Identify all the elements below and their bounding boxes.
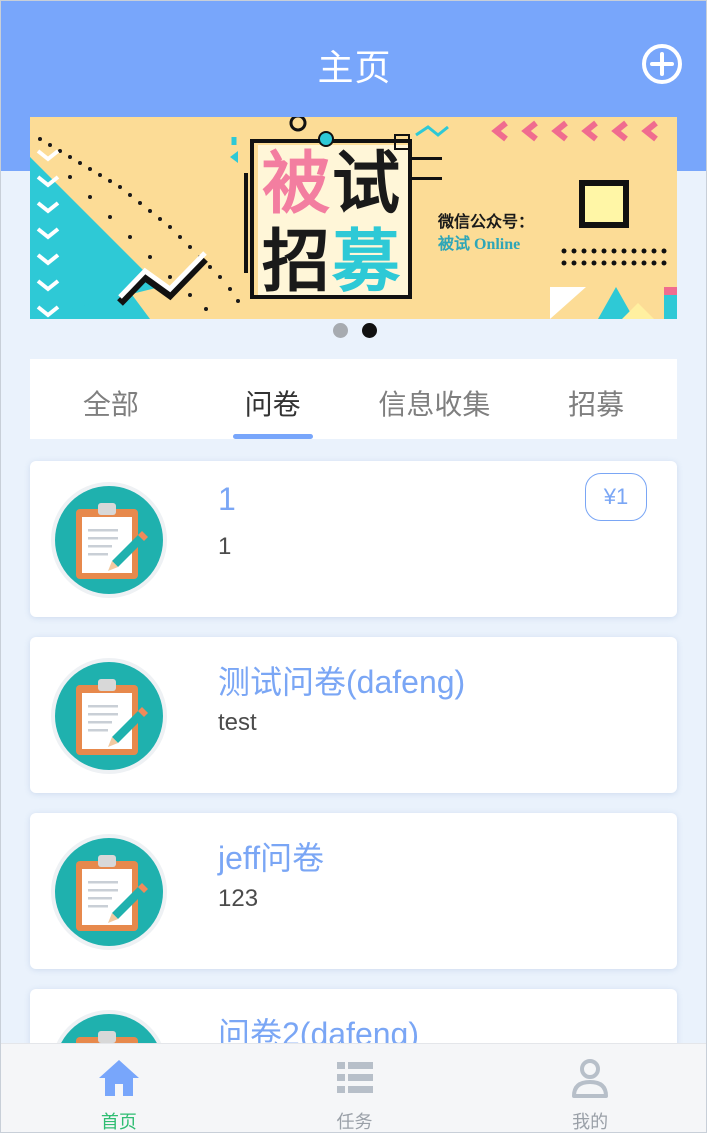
card-title: 测试问卷(dafeng) (218, 664, 466, 700)
card-description: 1 (218, 533, 232, 560)
banner-account-name: 被试 Online (438, 234, 520, 253)
home-icon (98, 1060, 139, 1096)
user-icon (572, 1059, 609, 1098)
card-title: jeff问卷 (218, 840, 325, 876)
clipboard-icon (51, 482, 167, 598)
banner-char-4: 募 (331, 224, 401, 300)
card-description: 123 (218, 885, 259, 912)
clipboard-icon (51, 658, 167, 774)
card-title: 1 (218, 481, 236, 517)
tab-all[interactable]: 全部 (30, 359, 192, 439)
nav-tasks-label: 任务 (336, 1112, 373, 1132)
add-icon[interactable] (641, 43, 683, 85)
clipboard-icon (51, 834, 167, 950)
app-frame: 主页 被 试 招 募 微信公众号： 被试 Online 全部 问卷 信息收集 招… (0, 0, 707, 1133)
bottom-nav: 首页 任务 我的 (1, 1043, 706, 1132)
category-tabs: 全部 问卷 信息收集 招募 (30, 359, 677, 439)
list-item[interactable]: 1 1 ¥1 (30, 461, 677, 617)
nav-home-label: 首页 (100, 1112, 137, 1132)
banner-wechat-label: 微信公众号： (437, 212, 534, 231)
list-icon (336, 1062, 373, 1093)
nav-tasks[interactable]: 任务 (237, 1044, 473, 1132)
banner-char-2: 试 (332, 146, 400, 222)
price-badge[interactable]: ¥1 (585, 473, 647, 521)
nav-profile[interactable]: 我的 (472, 1044, 706, 1132)
card-description: test (218, 709, 257, 736)
page-title: 主页 (317, 47, 392, 88)
tab-questionnaire[interactable]: 问卷 (192, 359, 354, 439)
carousel-dot-2[interactable] (361, 323, 377, 338)
banner-char-3: 招 (262, 224, 330, 300)
carousel-dots (1, 323, 706, 341)
banner-image: 被 试 招 募 微信公众号： 被试 Online (30, 117, 677, 319)
tab-info-collection[interactable]: 信息收集 (354, 359, 516, 439)
carousel-dot-1[interactable] (332, 323, 348, 338)
nav-home[interactable]: 首页 (1, 1044, 237, 1132)
banner-char-1: 被 (262, 146, 330, 222)
survey-list: 1 1 ¥1 测试问卷(dafeng) test jeff问卷 123 问卷2(… (30, 461, 677, 1132)
banner-carousel[interactable]: 被 试 招 募 微信公众号： 被试 Online (30, 117, 677, 319)
list-item[interactable]: 测试问卷(dafeng) test (30, 637, 677, 793)
list-item[interactable]: jeff问卷 123 (30, 813, 677, 969)
nav-profile-label: 我的 (572, 1112, 609, 1132)
tab-recruitment[interactable]: 招募 (515, 359, 677, 439)
